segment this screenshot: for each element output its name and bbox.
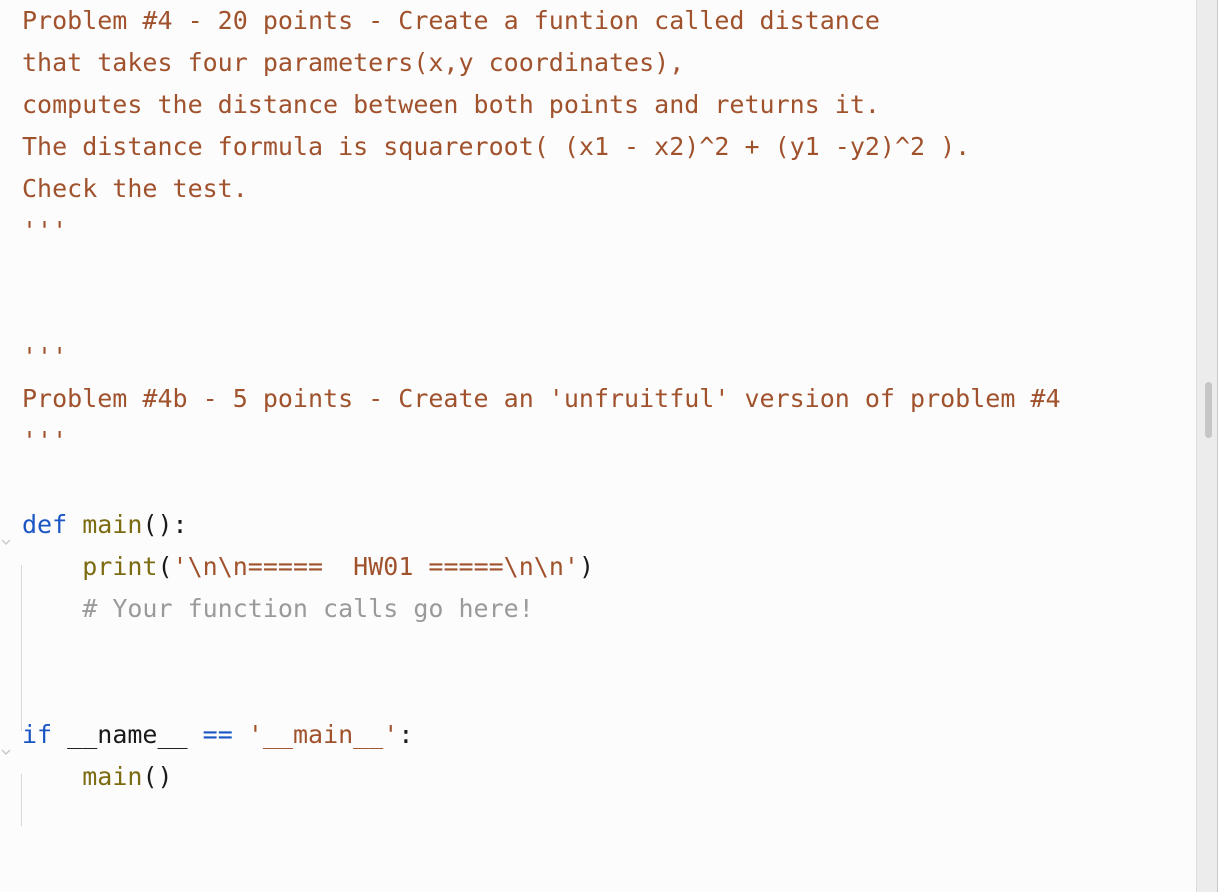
code-line-print[interactable]: print('\n\n===== HW01 =====\n\n'): [0, 546, 1196, 588]
docstring-open-quotes: ''': [22, 342, 68, 371]
docstring-close-quotes: ''': [22, 216, 68, 245]
docstring-text: computes the distance between both point…: [22, 90, 880, 119]
docstring-close-quotes: ''': [22, 426, 68, 455]
punctuation: ():: [142, 510, 188, 539]
code-line-if-main[interactable]: if __name__ == '__main__':: [0, 714, 1196, 756]
code-editor[interactable]: Problem #4 - 20 points - Create a funtio…: [0, 0, 1218, 892]
code-line[interactable]: Check the test.: [0, 168, 1196, 210]
scrollbar-thumb[interactable]: [1205, 382, 1212, 438]
docstring-text: The distance formula is squareroot( (x1 …: [22, 132, 971, 161]
docstring-text: Problem #4 - 20 points - Create a funtio…: [22, 6, 880, 35]
function-name-main: main: [82, 510, 143, 539]
code-line[interactable]: ''': [0, 336, 1196, 378]
function-name-print: print: [82, 552, 158, 581]
punctuation: ): [578, 552, 594, 581]
code-line[interactable]: ''': [0, 420, 1196, 462]
docstring-text: Problem #4b - 5 points - Create an 'unfr…: [22, 384, 1061, 413]
identifier-dunder-name: __name__: [67, 720, 188, 749]
code-line[interactable]: Problem #4b - 5 points - Create an 'unfr…: [0, 378, 1196, 420]
fold-arrow-icon[interactable]: [0, 536, 12, 548]
vertical-scrollbar[interactable]: [1196, 0, 1218, 892]
string-literal: '\n\n===== HW01 =====\n\n': [172, 552, 579, 581]
punctuation: :: [398, 720, 414, 749]
string-literal-dunder-main: '__main__': [247, 720, 399, 749]
code-line-blank[interactable]: [0, 294, 1196, 336]
code-line-def-main[interactable]: def main():: [0, 504, 1196, 546]
code-editor-content[interactable]: Problem #4 - 20 points - Create a funtio…: [0, 0, 1196, 892]
code-line-blank[interactable]: [0, 630, 1196, 672]
code-line-comment[interactable]: # Your function calls go here!: [0, 588, 1196, 630]
code-line[interactable]: Problem #4 - 20 points - Create a funtio…: [0, 0, 1196, 42]
operator-equality: ==: [202, 720, 233, 749]
keyword-if: if: [22, 720, 53, 749]
fold-arrow-icon[interactable]: [0, 746, 12, 758]
indent-guide: [21, 565, 22, 731]
function-call-main: main: [82, 762, 143, 791]
docstring-text: Check the test.: [22, 174, 248, 203]
code-line[interactable]: ''': [0, 210, 1196, 252]
code-line[interactable]: The distance formula is squareroot( (x1 …: [0, 126, 1196, 168]
punctuation: (: [157, 552, 173, 581]
code-line-blank[interactable]: [0, 672, 1196, 714]
keyword-def: def: [22, 510, 68, 539]
indent-guide: [21, 774, 22, 826]
punctuation: (): [142, 762, 173, 791]
code-line-main-call[interactable]: main(): [0, 756, 1196, 798]
docstring-text: that takes four parameters(x,y coordinat…: [22, 48, 685, 77]
comment-text: # Your function calls go here!: [82, 594, 534, 623]
code-line-blank[interactable]: [0, 252, 1196, 294]
code-line[interactable]: that takes four parameters(x,y coordinat…: [0, 42, 1196, 84]
code-line[interactable]: computes the distance between both point…: [0, 84, 1196, 126]
code-line-blank[interactable]: [0, 462, 1196, 504]
